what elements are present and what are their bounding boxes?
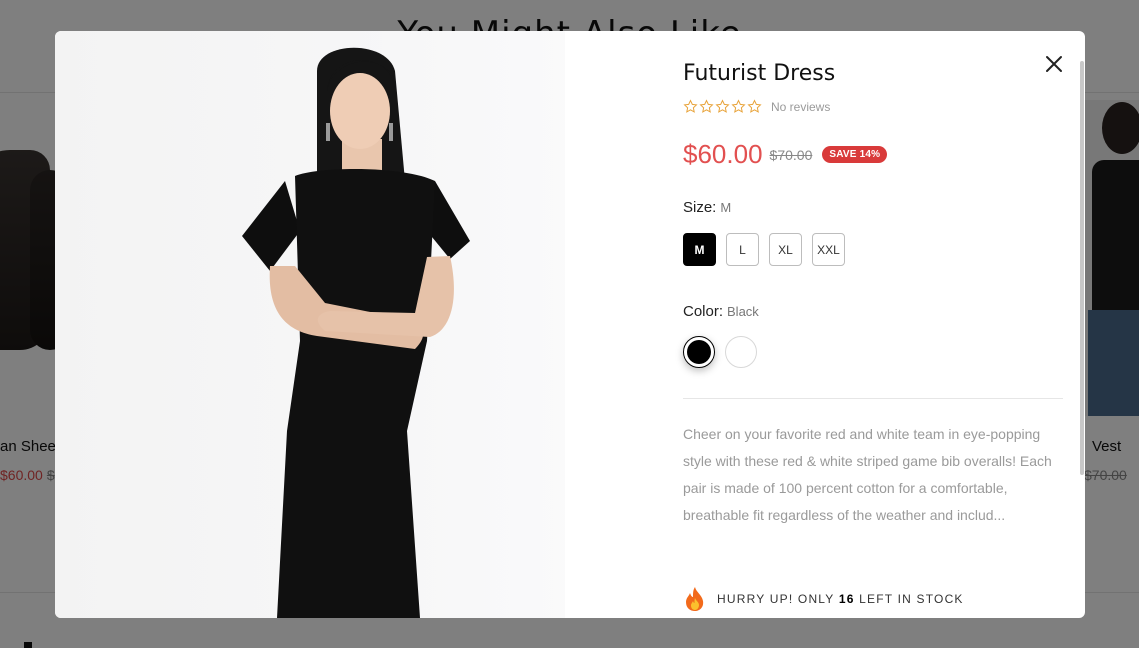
product-title: Futurist Dress	[683, 61, 836, 86]
size-selected-value: M	[720, 200, 732, 215]
size-options: M L XL XXL	[683, 233, 845, 266]
swatch-fill	[687, 340, 711, 364]
color-options	[683, 336, 757, 368]
star-icon	[683, 99, 698, 113]
stock-prefix: HURRY UP! ONLY	[717, 592, 835, 606]
reviews-count: No reviews	[771, 99, 831, 114]
product-info-panel: Futurist Dress No reviews $60.00 $70.00 …	[683, 31, 1065, 618]
fire-icon	[686, 587, 704, 611]
compare-price: $70.00	[769, 146, 813, 163]
size-label-text: Size:	[683, 199, 717, 216]
color-label-text: Color:	[683, 303, 724, 320]
star-icon	[699, 99, 714, 113]
size-label: Size: M	[683, 199, 731, 216]
star-icon	[715, 99, 730, 113]
model-photo	[242, 31, 643, 618]
color-swatch-black[interactable]	[683, 336, 715, 368]
product-image	[55, 31, 643, 618]
size-option-m[interactable]: M	[683, 233, 716, 266]
size-option-xl[interactable]: XL	[769, 233, 802, 266]
stock-text: HURRY UP! ONLY 16 LEFT IN STOCK	[717, 592, 964, 606]
color-swatch-white[interactable]	[725, 336, 757, 368]
close-icon	[1046, 56, 1062, 72]
rating-stars	[683, 99, 762, 114]
size-option-l[interactable]: L	[726, 233, 759, 266]
close-button[interactable]	[1039, 49, 1069, 79]
scrollbar[interactable]	[1080, 61, 1084, 475]
size-option-xxl[interactable]: XXL	[812, 233, 845, 266]
star-icon	[747, 99, 762, 113]
star-icon	[731, 99, 746, 113]
divider	[683, 398, 1063, 399]
sale-price: $60.00	[683, 139, 763, 169]
stock-count: 16	[838, 592, 855, 606]
quick-view-modal: Futurist Dress No reviews $60.00 $70.00 …	[55, 31, 1085, 618]
rating-row[interactable]: No reviews	[683, 99, 830, 114]
price-row: $60.00 $70.00 SAVE 14%	[683, 139, 888, 170]
stock-notice: HURRY UP! ONLY 16 LEFT IN STOCK	[683, 586, 964, 612]
stock-suffix: LEFT IN STOCK	[859, 592, 964, 606]
color-label: Color: Black	[683, 303, 759, 320]
color-selected-value: Black	[727, 304, 759, 319]
product-description: Cheer on your favorite red and white tea…	[683, 426, 1052, 523]
save-badge: SAVE 14%	[822, 146, 888, 163]
